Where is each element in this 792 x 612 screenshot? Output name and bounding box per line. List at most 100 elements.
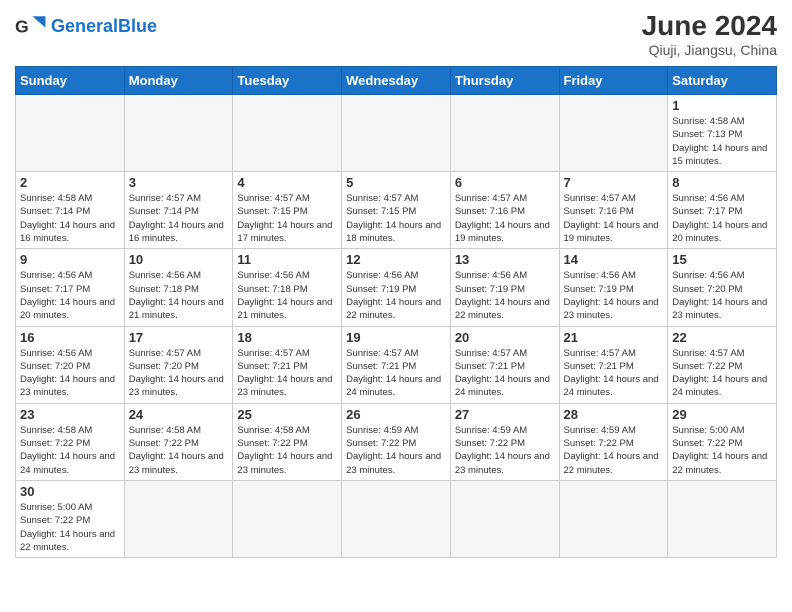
- day-number: 22: [672, 330, 772, 345]
- calendar-cell: 1 Sunrise: 4:58 AM Sunset: 7:13 PM Daylig…: [668, 95, 777, 172]
- day-number: 30: [20, 484, 120, 499]
- calendar-cell: [124, 95, 233, 172]
- calendar-cell: [233, 480, 342, 557]
- calendar-cell: 19 Sunrise: 4:57 AM Sunset: 7:21 PM Dayli…: [342, 326, 451, 403]
- day-info: Sunrise: 4:59 AM Sunset: 7:22 PM Dayligh…: [346, 424, 446, 477]
- day-number: 16: [20, 330, 120, 345]
- day-number: 27: [455, 407, 555, 422]
- day-info: Sunrise: 4:57 AM Sunset: 7:21 PM Dayligh…: [346, 347, 446, 400]
- day-number: 15: [672, 252, 772, 267]
- day-number: 14: [564, 252, 664, 267]
- day-info: Sunrise: 4:59 AM Sunset: 7:22 PM Dayligh…: [564, 424, 664, 477]
- calendar-cell: 17Sunrise: 4:57 AM Sunset: 7:20 PM Dayli…: [124, 326, 233, 403]
- day-number: 13: [455, 252, 555, 267]
- day-number: 26: [346, 407, 446, 422]
- calendar-cell: 16 Sunrise: 4:56 AM Sunset: 7:20 PM Dayli…: [16, 326, 125, 403]
- day-number: 28: [564, 407, 664, 422]
- day-info: Sunrise: 5:00 AM Sunset: 7:22 PM Dayligh…: [20, 501, 120, 554]
- calendar-cell: [668, 480, 777, 557]
- calendar-cell: 3 Sunrise: 4:57 AM Sunset: 7:14 PM Daylig…: [124, 172, 233, 249]
- day-number: 19: [346, 330, 446, 345]
- calendar-cell: 2Sunrise: 4:58 AM Sunset: 7:14 PM Daylig…: [16, 172, 125, 249]
- page: G GeneralBlue June 2024 Qiuji, Jiangsu, …: [0, 0, 792, 568]
- header: G GeneralBlue June 2024 Qiuji, Jiangsu, …: [15, 10, 777, 58]
- day-number: 25: [237, 407, 337, 422]
- calendar-cell: 24Sunrise: 4:58 AM Sunset: 7:22 PM Dayli…: [124, 403, 233, 480]
- day-header-tuesday: Tuesday: [233, 67, 342, 95]
- calendar-cell: 11Sunrise: 4:56 AM Sunset: 7:18 PM Dayli…: [233, 249, 342, 326]
- calendar-cell: 25 Sunrise: 4:58 AM Sunset: 7:22 PM Dayli…: [233, 403, 342, 480]
- day-number: 4: [237, 175, 337, 190]
- day-header-sunday: Sunday: [16, 67, 125, 95]
- day-number: 10: [129, 252, 229, 267]
- day-number: 29: [672, 407, 772, 422]
- title-block: June 2024 Qiuji, Jiangsu, China: [642, 10, 777, 58]
- day-number: 2: [20, 175, 120, 190]
- calendar-header-row: SundayMondayTuesdayWednesdayThursdayFrid…: [16, 67, 777, 95]
- day-info: Sunrise: 4:56 AM Sunset: 7:20 PM Dayligh…: [20, 347, 120, 400]
- day-info: Sunrise: 4:57 AM Sunset: 7:21 PM Dayligh…: [455, 347, 555, 400]
- day-info: Sunrise: 4:58 AM Sunset: 7:22 PM Dayligh…: [237, 424, 337, 477]
- day-info: Sunrise: 4:57 AM Sunset: 7:14 PM Dayligh…: [129, 192, 229, 245]
- day-info: Sunrise: 4:57 AM Sunset: 7:21 PM Dayligh…: [237, 347, 337, 400]
- calendar-cell: 5Sunrise: 4:57 AM Sunset: 7:15 PM Daylig…: [342, 172, 451, 249]
- day-number: 21: [564, 330, 664, 345]
- calendar-cell: 28 Sunrise: 4:59 AM Sunset: 7:22 PM Dayli…: [559, 403, 668, 480]
- day-info: Sunrise: 4:57 AM Sunset: 7:21 PM Dayligh…: [564, 347, 664, 400]
- calendar-cell: [559, 95, 668, 172]
- day-header-friday: Friday: [559, 67, 668, 95]
- day-number: 9: [20, 252, 120, 267]
- calendar-cell: 29 Sunrise: 5:00 AM Sunset: 7:22 PM Dayli…: [668, 403, 777, 480]
- day-header-monday: Monday: [124, 67, 233, 95]
- day-number: 1: [672, 98, 772, 113]
- calendar-cell: 7 Sunrise: 4:57 AM Sunset: 7:16 PM Daylig…: [559, 172, 668, 249]
- day-header-thursday: Thursday: [450, 67, 559, 95]
- calendar-week-row: 2Sunrise: 4:58 AM Sunset: 7:14 PM Daylig…: [16, 172, 777, 249]
- day-info: Sunrise: 4:56 AM Sunset: 7:18 PM Dayligh…: [129, 269, 229, 322]
- calendar-cell: [342, 480, 451, 557]
- day-number: 11: [237, 252, 337, 267]
- logo-icon: G: [15, 10, 47, 42]
- day-number: 23: [20, 407, 120, 422]
- logo-text: GeneralBlue: [51, 16, 157, 37]
- day-info: Sunrise: 4:56 AM Sunset: 7:19 PM Dayligh…: [564, 269, 664, 322]
- day-number: 17: [129, 330, 229, 345]
- day-number: 3: [129, 175, 229, 190]
- calendar-week-row: 30 Sunrise: 5:00 AM Sunset: 7:22 PM Dayli…: [16, 480, 777, 557]
- calendar-cell: [450, 95, 559, 172]
- calendar-cell: 6 Sunrise: 4:57 AM Sunset: 7:16 PM Daylig…: [450, 172, 559, 249]
- day-info: Sunrise: 4:56 AM Sunset: 7:20 PM Dayligh…: [672, 269, 772, 322]
- calendar-cell: [342, 95, 451, 172]
- calendar-cell: [16, 95, 125, 172]
- calendar-cell: 10 Sunrise: 4:56 AM Sunset: 7:18 PM Dayli…: [124, 249, 233, 326]
- logo-blue: Blue: [118, 16, 157, 36]
- calendar-cell: 30 Sunrise: 5:00 AM Sunset: 7:22 PM Dayli…: [16, 480, 125, 557]
- day-info: Sunrise: 4:59 AM Sunset: 7:22 PM Dayligh…: [455, 424, 555, 477]
- calendar-cell: 14 Sunrise: 4:56 AM Sunset: 7:19 PM Dayli…: [559, 249, 668, 326]
- day-number: 12: [346, 252, 446, 267]
- svg-text:G: G: [15, 16, 29, 36]
- day-number: 18: [237, 330, 337, 345]
- day-number: 20: [455, 330, 555, 345]
- logo-general: General: [51, 16, 118, 36]
- calendar-week-row: 1 Sunrise: 4:58 AM Sunset: 7:13 PM Daylig…: [16, 95, 777, 172]
- day-info: Sunrise: 4:56 AM Sunset: 7:17 PM Dayligh…: [20, 269, 120, 322]
- calendar-cell: 9 Sunrise: 4:56 AM Sunset: 7:17 PM Daylig…: [16, 249, 125, 326]
- day-number: 7: [564, 175, 664, 190]
- day-info: Sunrise: 4:58 AM Sunset: 7:13 PM Dayligh…: [672, 115, 772, 168]
- day-info: Sunrise: 5:00 AM Sunset: 7:22 PM Dayligh…: [672, 424, 772, 477]
- day-info: Sunrise: 4:57 AM Sunset: 7:15 PM Dayligh…: [237, 192, 337, 245]
- day-info: Sunrise: 4:56 AM Sunset: 7:19 PM Dayligh…: [346, 269, 446, 322]
- day-number: 6: [455, 175, 555, 190]
- location-subtitle: Qiuji, Jiangsu, China: [642, 42, 777, 58]
- month-title: June 2024: [642, 10, 777, 42]
- calendar-cell: 26 Sunrise: 4:59 AM Sunset: 7:22 PM Dayli…: [342, 403, 451, 480]
- calendar-cell: [450, 480, 559, 557]
- calendar-cell: 21 Sunrise: 4:57 AM Sunset: 7:21 PM Dayli…: [559, 326, 668, 403]
- calendar-cell: 18 Sunrise: 4:57 AM Sunset: 7:21 PM Dayli…: [233, 326, 342, 403]
- logo: G GeneralBlue: [15, 10, 157, 42]
- day-info: Sunrise: 4:57 AM Sunset: 7:16 PM Dayligh…: [564, 192, 664, 245]
- calendar-cell: 27 Sunrise: 4:59 AM Sunset: 7:22 PM Dayli…: [450, 403, 559, 480]
- calendar-cell: [124, 480, 233, 557]
- day-info: Sunrise: 4:57 AM Sunset: 7:16 PM Dayligh…: [455, 192, 555, 245]
